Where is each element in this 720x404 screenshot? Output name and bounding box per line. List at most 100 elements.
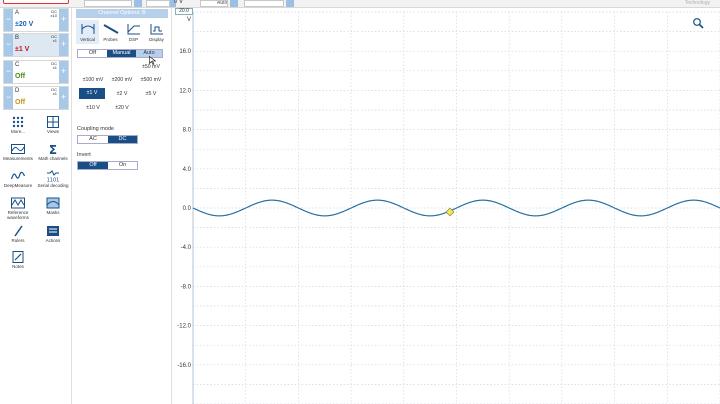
channel-a-range-up-button[interactable]: + <box>59 9 68 31</box>
grid-icon <box>12 116 24 128</box>
math-channels-tool-label: Math channels <box>38 156 68 161</box>
measurements-icon <box>11 144 25 154</box>
mode-off-button[interactable]: Off <box>78 50 107 57</box>
serial-decoding-tool-button[interactable]: 1101 Serial decoding <box>36 170 70 188</box>
range-200mv-option[interactable]: ±200 mV <box>109 77 135 83</box>
range-20v-option[interactable]: ±20 V <box>109 105 135 111</box>
masks-icon <box>46 197 60 209</box>
invert-off-button[interactable]: Off <box>78 162 108 169</box>
channel-d-range-down-button[interactable]: − <box>4 87 13 109</box>
y-tick-label: 12.0 <box>179 88 191 94</box>
range-500mv-option[interactable]: ±500 mV <box>138 77 164 83</box>
range-10v-option[interactable]: ±10 V <box>80 105 106 111</box>
math-channels-tool-button[interactable]: Σ Math channels <box>36 143 70 161</box>
channel-c-range-up-button[interactable]: + <box>59 61 68 83</box>
channel-b-range-up-button[interactable]: + <box>59 34 68 56</box>
channel-b-trace <box>192 199 720 217</box>
coupling-ac-button[interactable]: AC <box>78 136 108 143</box>
channel-d-range-up-button[interactable]: + <box>59 87 68 109</box>
tab-dsp[interactable]: DSP <box>122 20 145 44</box>
measurements-tool-label: Measurements <box>3 156 33 161</box>
rulers-icon <box>14 225 23 237</box>
reference-waveforms-tool-button[interactable]: Reference waveforms <box>1 197 35 220</box>
range-5v-option[interactable]: ±5 V <box>138 91 164 97</box>
channel-a-card[interactable]: − A DC x10 ±20 V + <box>3 8 69 32</box>
range-1v-option[interactable]: ±1 V <box>79 88 105 99</box>
timebase-down-button[interactable] <box>134 0 142 7</box>
invert-toggle: Off On <box>77 161 138 170</box>
channel-b-range-down-button[interactable]: − <box>4 34 13 56</box>
views-tool-label: Views <box>47 129 59 134</box>
y-tick-label: 8.0 <box>183 128 192 134</box>
tab-probes-label: Probes <box>103 37 118 42</box>
reference-waveforms-icon <box>11 197 25 209</box>
rulers-tool-label: Rulers <box>11 238 25 243</box>
channel-d-card[interactable]: − D DC x1 Off + <box>3 86 69 110</box>
y-tick-label: -8.0 <box>181 284 192 290</box>
top-toolbar: 0 V Auto Technology <box>0 0 720 8</box>
invert-label: Invert <box>77 152 91 158</box>
y-tick-label: -16.0 <box>177 363 191 369</box>
left-sidebar: − A DC x10 ±20 V + − B DC x1 ±1 V + − C DC… <box>0 8 72 404</box>
tab-display-label: Display <box>149 37 164 42</box>
probe-icon <box>103 24 118 34</box>
offset-readout: 0 V <box>174 0 184 5</box>
channel-c-range-down-button[interactable]: − <box>4 61 13 83</box>
views-icon <box>47 116 59 128</box>
coupling-toggle: AC DC <box>77 135 138 144</box>
actions-tool-label: Actions <box>45 238 61 243</box>
channel-b-range: ±1 V <box>15 46 30 53</box>
masks-tool-button[interactable]: Masks <box>36 197 70 215</box>
mode-manual-button[interactable]: Manual <box>107 50 136 57</box>
measurements-tool-button[interactable]: Measurements <box>1 143 35 161</box>
tab-display[interactable]: Display <box>145 20 168 44</box>
channel-a-coupling: DC x10 <box>50 9 57 18</box>
trigger-mode-arrow-button[interactable] <box>230 0 238 7</box>
channel-d-coupling: DC x1 <box>51 87 57 96</box>
range-50mv-option[interactable]: ±50 mV <box>138 64 164 70</box>
svg-text:Σ: Σ <box>49 143 57 155</box>
channel-b-letter: B <box>15 35 20 41</box>
trigger-level-button[interactable] <box>286 0 294 7</box>
brand-text: Technology <box>684 0 710 6</box>
samples-select[interactable] <box>146 0 170 7</box>
channel-a-range: ±20 V <box>15 21 34 28</box>
channel-c-coupling: DC x1 <box>51 61 57 70</box>
trigger-level-field[interactable] <box>244 0 284 7</box>
zoom-icon[interactable] <box>693 18 704 29</box>
stop-button[interactable] <box>3 0 69 4</box>
rulers-tool-button[interactable]: Rulers <box>1 225 35 243</box>
notes-tool-button[interactable]: Notes <box>1 251 35 269</box>
tab-vertical-label: Vertical <box>80 37 95 42</box>
y-tick-label: -4.0 <box>181 245 192 251</box>
tab-probes[interactable]: Probes <box>99 20 122 44</box>
deepmeasure-tool-button[interactable]: DeepMeasure <box>1 170 35 188</box>
channel-a-range-down-button[interactable]: − <box>4 9 13 31</box>
timebase-select[interactable] <box>84 0 132 7</box>
channel-c-range: Off <box>15 73 26 80</box>
range-2v-option[interactable]: ±2 V <box>109 91 135 97</box>
y-tick-label: 16.0 <box>179 49 191 55</box>
channel-b-coupling: DC x1 <box>51 34 57 43</box>
more-tool-button[interactable]: More... <box>1 116 35 134</box>
coupling-dc-button[interactable]: DC <box>108 136 137 143</box>
range-100mv-option[interactable]: ±100 mV <box>80 77 106 83</box>
channel-b-card[interactable]: − B DC x1 ±1 V + <box>3 33 69 57</box>
views-tool-button[interactable]: Views <box>36 116 70 134</box>
tab-dsp-label: DSP <box>128 37 139 42</box>
reference-waveforms-tool-label: Reference waveforms <box>7 210 29 220</box>
invert-on-button[interactable]: On <box>108 162 137 169</box>
tab-vertical[interactable]: Vertical <box>76 20 99 44</box>
scope-plot[interactable]: 16.0 12.0 8.0 4.0 0.0 -4.0 -8.0 -12.0 -16.0 V <box>173 8 720 404</box>
trigger-mode-select[interactable]: Auto <box>200 0 228 7</box>
actions-icon <box>47 226 59 236</box>
actions-tool-button[interactable]: Actions <box>36 225 70 243</box>
serial-decoding-icon: 1101 <box>47 170 59 182</box>
deepmeasure-icon <box>11 171 25 180</box>
channel-a-letter: A <box>15 10 20 16</box>
ruler-value: 20.0 <box>175 8 193 15</box>
display-icon <box>150 24 163 35</box>
deepmeasure-tool-label: DeepMeasure <box>3 183 33 188</box>
panel-title: Channel Options: B <box>76 9 168 18</box>
channel-c-card[interactable]: − C DC x1 Off + <box>3 60 69 84</box>
